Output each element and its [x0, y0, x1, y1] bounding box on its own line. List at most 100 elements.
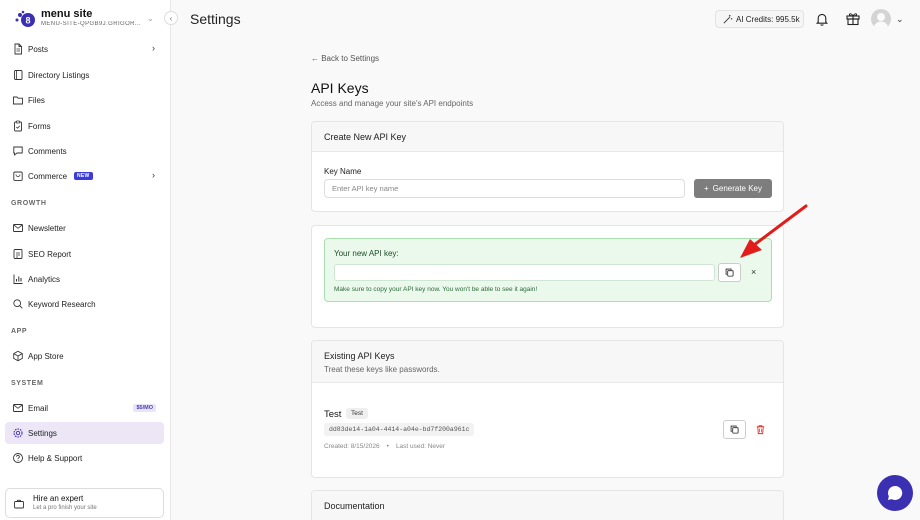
sidebar-item-label: SEO Report: [28, 249, 72, 259]
comment-icon: [13, 146, 23, 156]
close-icon[interactable]: ×: [751, 267, 756, 277]
sidebar-item-label: Posts: [28, 44, 49, 54]
gift-icon[interactable]: [845, 10, 861, 26]
search-icon: [13, 299, 23, 309]
api-key-name: Test: [324, 409, 342, 420]
copy-api-key-button[interactable]: [723, 420, 746, 439]
api-key-last-used: Last used: Never: [395, 443, 446, 450]
site-switcher[interactable]: 8 menu site MENU-SITE-QPGB9J.GRIGOR... ⌄: [0, 0, 171, 38]
copy-warning: Make sure to copy your API key now. You …: [334, 286, 538, 293]
sidebar-item-label: Directory Listings: [28, 70, 90, 80]
create-api-key-title: Create New API Key: [324, 132, 407, 142]
expert-subtitle: Let a pro finish your site: [33, 505, 97, 511]
key-name-input[interactable]: [324, 179, 685, 198]
section-label-growth: GROWTH: [11, 200, 47, 207]
sidebar-item-app-store[interactable]: App Store: [5, 345, 164, 367]
existing-api-keys-subtitle: Treat these keys like passwords.: [324, 365, 440, 374]
mail-icon: [13, 224, 23, 232]
sidebar-item-label: Commerce: [28, 171, 68, 181]
card-header: Existing API Keys Treat these keys like …: [312, 341, 783, 383]
chevron-right-icon: ›: [152, 43, 155, 53]
site-name: menu site: [41, 8, 93, 20]
collapse-sidebar-button[interactable]: ‹: [164, 11, 178, 25]
api-key-value: dd83de14-1a04-4414-a04e-bd7f200a961c: [324, 423, 475, 436]
chat-widget-button[interactable]: [877, 475, 913, 511]
sidebar-item-forms[interactable]: Forms: [5, 115, 164, 137]
expert-title: Hire an expert: [33, 494, 84, 503]
sidebar-item-newsletter[interactable]: Newsletter: [5, 217, 164, 239]
sidebar-item-help-support[interactable]: Help & Support: [5, 447, 164, 469]
chevron-down-icon: ⌄: [147, 14, 154, 23]
sidebar-item-label: Files: [28, 95, 45, 105]
documentation-card: Documentation: [311, 490, 784, 520]
user-icon: [873, 13, 889, 29]
sidebar-item-keyword-research[interactable]: Keyword Research: [5, 293, 164, 315]
site-logo-icon: 8: [15, 10, 35, 27]
new-api-key-field[interactable]: [334, 264, 715, 281]
key-name-label: Key Name: [324, 167, 362, 176]
existing-api-keys-card: Existing API Keys Treat these keys like …: [311, 340, 784, 478]
copy-new-key-button[interactable]: [718, 263, 741, 282]
ai-credits-button[interactable]: AI Credits: 995.5k: [715, 10, 804, 28]
section-title: API Keys: [311, 80, 369, 96]
sidebar-item-files[interactable]: Files: [5, 89, 164, 111]
gear-icon: [13, 428, 23, 438]
sidebar-item-posts[interactable]: Posts ›: [5, 38, 164, 60]
bar-chart-icon: [13, 274, 23, 284]
mail-icon: [13, 404, 23, 412]
chevron-right-icon: ›: [152, 170, 155, 180]
report-icon: [13, 249, 23, 259]
create-api-key-card: Create New API Key Key Name + Generate K…: [311, 121, 784, 212]
hire-expert-card[interactable]: Hire an expert Let a pro finish your sit…: [5, 488, 164, 518]
generate-key-button[interactable]: + Generate Key: [694, 179, 772, 198]
trash-icon[interactable]: [755, 424, 766, 435]
existing-api-keys-title: Existing API Keys: [324, 351, 395, 361]
api-key-created: Created: 8/15/2026: [324, 443, 380, 450]
sidebar-item-comments[interactable]: Comments: [5, 140, 164, 162]
documentation-title: Documentation: [324, 501, 385, 511]
new-api-key-banner: Your new API key: × Make sure to copy yo…: [324, 238, 772, 302]
price-badge: $5/MO: [133, 404, 156, 412]
sidebar-item-label: Email: [28, 403, 49, 413]
sidebar-item-email[interactable]: Email $5/MO: [5, 397, 164, 419]
sidebar-item-label: Keyword Research: [28, 299, 96, 309]
new-badge: NEW: [74, 172, 93, 180]
cart-icon: [13, 171, 23, 181]
site-slug: MENU-SITE-QPGB9J.GRIGOR...: [41, 21, 141, 27]
sidebar-item-label: Newsletter: [28, 223, 66, 233]
briefcase-icon: [14, 499, 24, 509]
back-to-settings-link[interactable]: ← Back to Settings: [311, 54, 379, 63]
sidebar-item-settings[interactable]: Settings: [5, 422, 164, 444]
plus-icon: +: [703, 184, 709, 193]
user-avatar[interactable]: [871, 9, 891, 29]
clipboard-icon: [14, 120, 22, 132]
api-key-meta: Created: 8/15/2026 • Last used: Never: [324, 443, 445, 450]
sidebar-item-directory-listings[interactable]: Directory Listings: [5, 64, 164, 86]
new-api-key-label: Your new API key:: [334, 249, 399, 258]
section-subtitle: Access and manage your site's API endpoi…: [311, 99, 474, 108]
sidebar-item-label: Comments: [28, 146, 67, 156]
generate-key-label: Generate Key: [712, 184, 763, 193]
new-api-key-card: Your new API key: × Make sure to copy yo…: [311, 225, 784, 328]
folder-icon: [13, 96, 23, 105]
sidebar-item-label: Forms: [28, 121, 51, 131]
document-icon: [14, 43, 22, 55]
api-key-tag: Test: [346, 408, 368, 419]
sidebar-item-label: Help & Support: [28, 453, 83, 463]
svg-text:8: 8: [25, 16, 30, 26]
sidebar-item-label: Settings: [28, 428, 57, 438]
card-header: Documentation: [312, 491, 783, 520]
copy-icon: [725, 268, 734, 277]
bell-icon[interactable]: [815, 12, 829, 26]
ai-credits-text: AI Credits: 995.5k: [736, 15, 800, 24]
sidebar: 8 menu site MENU-SITE-QPGB9J.GRIGOR... ⌄…: [0, 0, 178, 520]
page-title: Settings: [190, 11, 241, 27]
sidebar-item-analytics[interactable]: Analytics: [5, 268, 164, 290]
sidebar-item-label: App Store: [28, 351, 64, 361]
sidebar-item-seo-report[interactable]: SEO Report: [5, 243, 164, 265]
chevron-down-icon[interactable]: ⌄: [896, 14, 904, 25]
book-icon: [14, 70, 23, 80]
copy-icon: [730, 425, 739, 434]
sidebar-item-commerce[interactable]: Commerce NEW ›: [5, 165, 164, 187]
help-icon: [13, 453, 23, 463]
